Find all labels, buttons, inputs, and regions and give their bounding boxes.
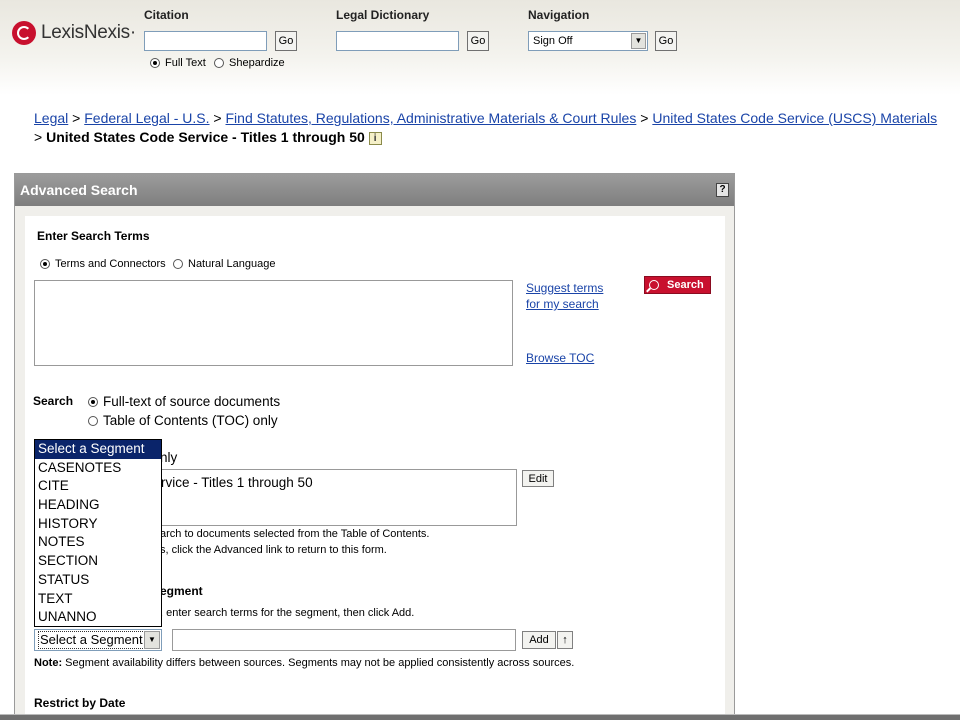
suggest-terms-line2: for my search xyxy=(526,297,599,311)
chevron-down-icon[interactable]: ▼ xyxy=(631,33,646,49)
navigation-go-button[interactable]: Go xyxy=(655,31,677,51)
segment-option[interactable]: NOTES xyxy=(35,533,161,552)
segment-option[interactable]: TEXT xyxy=(35,590,161,609)
terms-connectors-option[interactable]: Terms and Connectors xyxy=(40,258,166,270)
segment-option[interactable]: CASENOTES xyxy=(35,459,161,478)
restrict-by-date-heading: Restrict by Date xyxy=(34,696,126,710)
breadcrumb: Legal > Federal Legal - U.S. > Find Stat… xyxy=(34,109,946,147)
suggest-terms-link-line2[interactable]: for my search xyxy=(526,297,599,311)
search-button-label: Search xyxy=(667,279,704,291)
segment-term-input[interactable] xyxy=(172,629,516,651)
segment-option[interactable]: SECTION xyxy=(35,552,161,571)
segment-option[interactable]: UNANNO xyxy=(35,608,161,627)
shepardize-radio[interactable] xyxy=(214,58,224,68)
full-text-source-radio[interactable] xyxy=(88,396,98,407)
segment-note: Note: Segment availability differs betwe… xyxy=(34,657,574,669)
edit-button[interactable]: Edit xyxy=(522,470,554,487)
legal-dictionary-label: Legal Dictionary xyxy=(336,8,430,22)
natural-language-label: Natural Language xyxy=(188,258,276,270)
citation-input[interactable] xyxy=(144,31,267,51)
logo-mark-icon xyxy=(12,21,36,45)
full-text-source-label: Full-text of source documents xyxy=(103,394,281,409)
citation-go-button[interactable]: Go xyxy=(275,31,297,51)
segment-option[interactable]: Select a Segment xyxy=(35,440,161,459)
shepardize-option[interactable]: Shepardize xyxy=(214,57,285,69)
shepardize-label: Shepardize xyxy=(229,57,285,69)
info-icon[interactable]: i xyxy=(368,131,382,145)
breadcrumb-separator: > xyxy=(213,110,222,126)
suggest-terms-line1: Suggest terms xyxy=(526,281,604,295)
breadcrumb-uscs-materials[interactable]: United States Code Service (USCS) Materi… xyxy=(652,110,937,126)
segment-note-bold: Note: xyxy=(34,657,63,669)
help-icon[interactable]: ? xyxy=(716,183,729,197)
segment-option[interactable]: HEADING xyxy=(35,496,161,515)
panel-title: Advanced Search xyxy=(20,182,138,198)
natural-language-radio[interactable] xyxy=(173,259,183,269)
search-button[interactable]: Search xyxy=(644,276,711,294)
segment-dropdown-list[interactable]: Select a Segment CASENOTES CITE HEADING … xyxy=(34,439,162,627)
full-text-radio[interactable] xyxy=(150,58,160,68)
natural-language-option[interactable]: Natural Language xyxy=(173,258,275,270)
breadcrumb-separator: > xyxy=(34,129,43,145)
segment-heading-partial: egment xyxy=(160,584,203,598)
top-header: LexisNexis· Citation Go Full Text Shepar… xyxy=(0,0,960,95)
terms-connectors-radio[interactable] xyxy=(40,259,50,269)
breadcrumb-separator: > xyxy=(72,110,81,126)
panel-header: Advanced Search ? xyxy=(15,174,734,206)
segment-option[interactable]: HISTORY xyxy=(35,515,161,534)
navigation-select[interactable]: Sign Off ▼ xyxy=(528,31,648,51)
segment-note-text: Segment availability differs between sou… xyxy=(62,657,575,669)
search-scope-label: Search xyxy=(33,394,74,408)
logo-text: LexisNexis· xyxy=(41,22,136,43)
segment-option[interactable]: STATUS xyxy=(35,571,161,590)
breadcrumb-current: United States Code Service - Titles 1 th… xyxy=(46,129,365,145)
segment-option[interactable]: CITE xyxy=(35,477,161,496)
segment-instruction: , enter search terms for the segment, th… xyxy=(160,607,415,619)
breadcrumb-legal[interactable]: Legal xyxy=(34,110,68,126)
full-text-source-option[interactable]: Full-text of source documents xyxy=(88,394,280,409)
source-note-line2: s, click the Advanced link to return to … xyxy=(160,544,387,556)
navigation-label: Navigation xyxy=(528,8,590,22)
legal-dictionary-input[interactable] xyxy=(336,31,459,51)
enter-search-terms-heading: Enter Search Terms xyxy=(37,229,150,243)
dictionary-go-button[interactable]: Go xyxy=(467,31,489,51)
segment-select[interactable]: Select a Segment ▼ xyxy=(34,629,162,651)
add-button[interactable]: Add xyxy=(522,631,556,649)
breadcrumb-find-statutes[interactable]: Find Statutes, Regulations, Administrati… xyxy=(226,110,637,126)
window-bottom-edge xyxy=(0,714,960,720)
segment-select-value: Select a Segment xyxy=(38,631,145,649)
source-partial-label: nly xyxy=(160,450,178,465)
full-text-label: Full Text xyxy=(165,57,206,69)
navigation-selected: Sign Off xyxy=(533,35,573,47)
full-text-option[interactable]: Full Text xyxy=(150,57,206,69)
browse-toc-link[interactable]: Browse TOC xyxy=(526,351,594,365)
up-arrow-icon[interactable]: ↑ xyxy=(557,631,573,649)
breadcrumb-separator: > xyxy=(640,110,649,126)
search-icon xyxy=(649,280,659,290)
chevron-down-icon[interactable]: ▼ xyxy=(144,631,160,649)
suggest-terms-link[interactable]: Suggest terms xyxy=(526,281,603,295)
search-terms-textarea[interactable] xyxy=(34,280,513,366)
citation-label: Citation xyxy=(144,8,189,22)
toc-only-radio[interactable] xyxy=(88,415,98,426)
source-value: rvice - Titles 1 through 50 xyxy=(161,475,313,490)
lexisnexis-logo[interactable]: LexisNexis· xyxy=(12,20,136,46)
terms-connectors-label: Terms and Connectors xyxy=(55,258,166,270)
toc-only-label: Table of Contents (TOC) only xyxy=(103,413,278,428)
toc-only-option[interactable]: Table of Contents (TOC) only xyxy=(88,413,278,428)
source-note-line1: arch to documents selected from the Tabl… xyxy=(160,528,430,540)
breadcrumb-federal-legal[interactable]: Federal Legal - U.S. xyxy=(84,110,209,126)
